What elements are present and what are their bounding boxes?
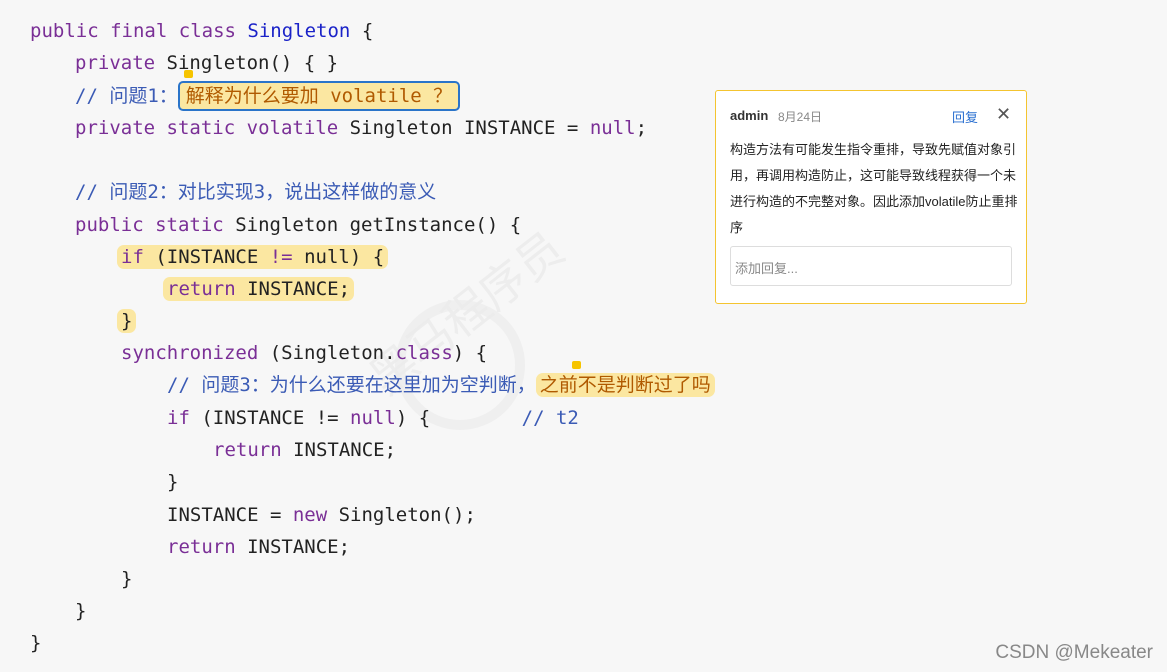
brace: }: [121, 568, 133, 590]
keyword: class: [178, 20, 236, 42]
keyword: null: [589, 117, 636, 139]
code-line-14: }: [167, 467, 178, 497]
keyword: class: [395, 342, 453, 364]
keyword: return: [167, 536, 236, 558]
code-line-3: // 问题1： 解释为什么要加 volatile ？: [75, 81, 461, 111]
brace: ) {: [395, 407, 431, 429]
code-line-5: // 问题2：对比实现3，说出这样做的意义: [75, 177, 436, 207]
reply-input[interactable]: 添加回复...: [730, 246, 1012, 286]
keyword: static: [166, 117, 236, 139]
code-line-6: public static Singleton getInstance() {: [75, 210, 521, 240]
keyword: if: [121, 246, 144, 268]
highlighted-code[interactable]: return INSTANCE;: [163, 277, 355, 301]
highlighted-code[interactable]: if (INSTANCE != null) {: [117, 245, 389, 269]
expression: INSTANCE;: [281, 439, 397, 461]
keyword: static: [155, 214, 224, 236]
expression: (Singleton.: [258, 342, 396, 364]
operator: !=: [269, 246, 293, 268]
keyword: private: [75, 52, 156, 74]
comment-author: admin: [730, 108, 769, 123]
keyword: volatile: [246, 117, 339, 139]
expression: Singleton();: [327, 504, 476, 526]
code-line-10: synchronized (Singleton.class) {: [121, 338, 487, 368]
expression: (INSTANCE !=: [189, 407, 351, 429]
comment-date: 8月24日: [778, 110, 823, 124]
note-marker-icon[interactable]: [572, 361, 581, 369]
code-line-17: }: [121, 564, 132, 594]
reply-button[interactable]: 回复: [952, 107, 978, 126]
keyword: if: [167, 407, 190, 429]
brace: }: [75, 600, 87, 622]
brace: {: [361, 20, 374, 42]
brace: }: [167, 471, 179, 493]
comment: // 问题2：对比实现3，说出这样做的意义: [75, 181, 437, 203]
semicolon: ;: [635, 117, 648, 139]
note-marker-icon[interactable]: [184, 70, 193, 78]
comment: // 问题3：为什么还要在这里加为空判断，: [167, 374, 536, 396]
comment: // 问题1：: [75, 85, 178, 107]
expression: INSTANCE;: [235, 278, 351, 300]
code-line-19: }: [30, 628, 41, 658]
code-line-4: private static volatile Singleton INSTAN…: [75, 113, 647, 143]
code-line-1: public final class Singleton {: [30, 16, 373, 46]
code-line-9: }: [117, 306, 137, 336]
highlighted-comment[interactable]: 解释为什么要加 volatile ？: [177, 81, 461, 111]
expression: INSTANCE;: [235, 536, 351, 558]
expression: (INSTANCE: [143, 246, 270, 268]
code-line-8: return INSTANCE;: [163, 274, 355, 304]
code-line-12: if (INSTANCE != null) { // t2: [167, 403, 579, 433]
comment-body: 构造方法有可能发生指令重排，导致先赋值对象引用，再调用构造防止，这可能导致线程获…: [730, 142, 1018, 235]
keyword: public: [75, 214, 144, 236]
code-line-15: INSTANCE = new Singleton();: [167, 500, 476, 530]
declaration: Singleton INSTANCE =: [349, 117, 579, 139]
comment-panel: admin 8月24日 回复 ✕ 构造方法有可能发生指令重排，导致先赋值对象引用…: [715, 90, 1027, 304]
keyword: synchronized: [121, 342, 259, 364]
brace: }: [30, 632, 42, 654]
keyword: return: [167, 278, 236, 300]
keyword: public: [30, 20, 99, 42]
source-credit: CSDN @Mekeater: [995, 642, 1153, 663]
highlighted-comment[interactable]: 之前不是判断过了吗: [535, 373, 715, 397]
keyword: final: [110, 20, 168, 42]
comment: // t2: [521, 407, 579, 429]
keyword: null: [350, 407, 396, 429]
code-line-16: return INSTANCE;: [167, 532, 350, 562]
keyword: return: [213, 439, 282, 461]
reply-placeholder: 添加回复...: [735, 261, 798, 276]
expression: null) {: [292, 246, 385, 268]
keyword: private: [75, 117, 156, 139]
keyword: new: [292, 504, 328, 526]
code-line-18: }: [75, 596, 86, 626]
brace: ) {: [452, 342, 488, 364]
close-icon[interactable]: ✕: [996, 104, 1011, 125]
code-line-7: if (INSTANCE != null) {: [117, 242, 389, 272]
expression: INSTANCE =: [167, 504, 293, 526]
method-signature: Singleton getInstance() {: [235, 214, 522, 236]
code-line-11: // 问题3：为什么还要在这里加为空判断， 之前不是判断过了吗: [167, 370, 715, 400]
code-line-13: return INSTANCE;: [213, 435, 396, 465]
highlighted-code[interactable]: }: [117, 309, 137, 333]
code-line-2: private Singleton() { }: [75, 48, 338, 78]
class-name: Singleton: [247, 20, 351, 42]
